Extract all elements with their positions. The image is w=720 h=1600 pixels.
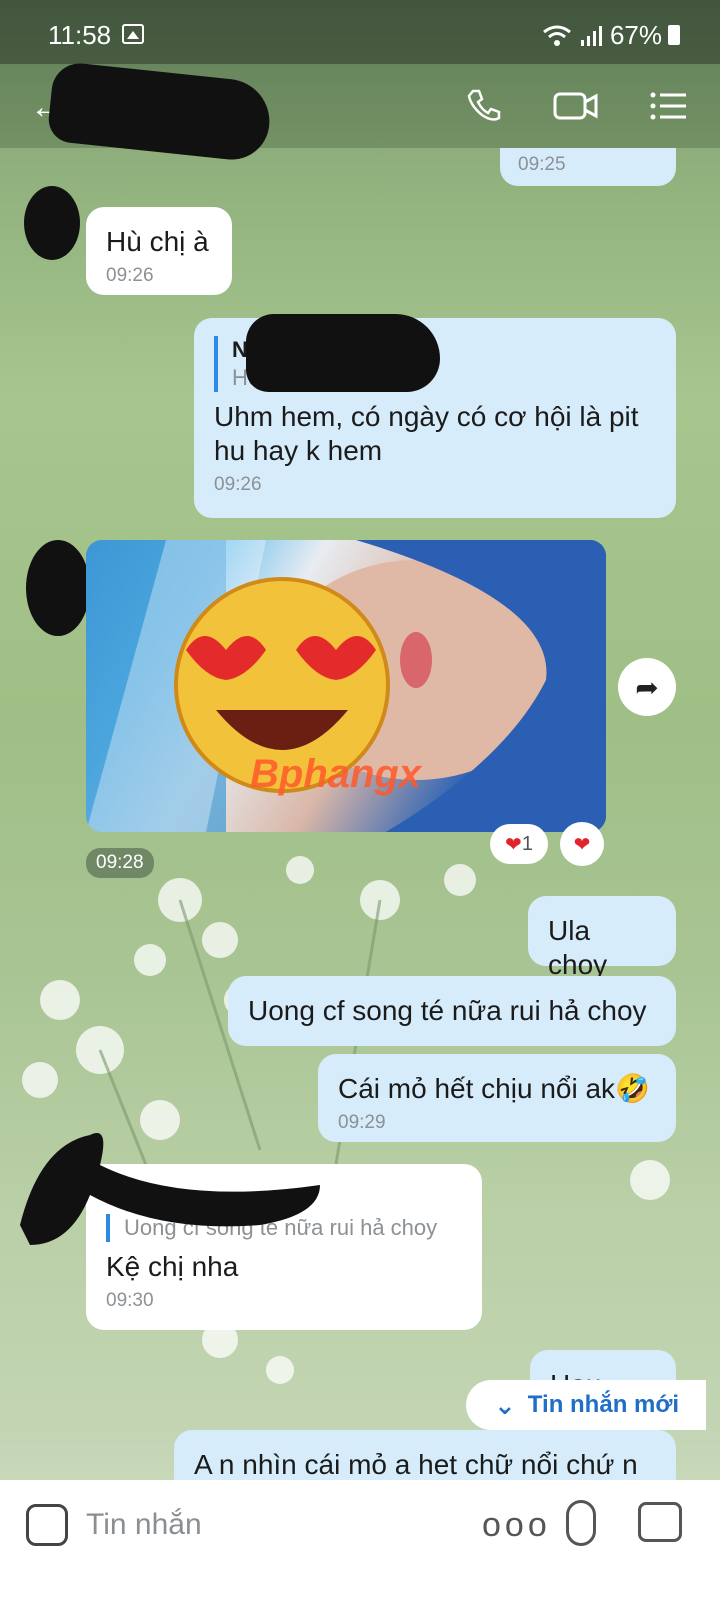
scribble-redaction: [20, 1133, 320, 1245]
new-messages-label: Tin nhắn mới: [527, 1391, 680, 1418]
message-bubble-outgoing[interactable]: Cái mỏ hết chịu nổi ak🤣 09:29: [318, 1054, 676, 1142]
message-text: Hù chị à: [106, 226, 209, 257]
message-text: Cái mỏ hết chịu nổi ak🤣: [338, 1073, 650, 1104]
sticker-emoji-icon[interactable]: [26, 1504, 68, 1546]
signal-icon: [580, 25, 602, 46]
more-options-icon[interactable]: ooo: [482, 1506, 551, 1545]
watermark: Bphangx: [250, 752, 422, 796]
quote-name-redacted: [246, 314, 440, 392]
menu-list-icon[interactable]: [648, 86, 688, 126]
battery-icon: [668, 25, 680, 45]
battery-level: 67%: [609, 20, 662, 50]
forward-icon[interactable]: ➦: [618, 658, 676, 716]
message-bubble-outgoing[interactable]: 09:25: [500, 148, 676, 186]
message-bubble-outgoing[interactable]: Uong cf song té nữa rui hả choy: [228, 976, 676, 1046]
chat-header: ←: [0, 60, 720, 164]
message-time: 09:28: [86, 848, 154, 878]
gallery-icon[interactable]: [638, 1502, 682, 1542]
image-notification-icon: [122, 24, 144, 44]
message-text: Ula choy: [548, 915, 608, 980]
message-time: 09:29: [338, 1112, 386, 1133]
contact-name-redacted: [46, 60, 274, 164]
message-time: 09:26: [214, 474, 262, 495]
wifi-icon: [543, 25, 571, 46]
message-text: Kệ chị nha: [106, 1251, 239, 1282]
message-composer: Tin nhắn ooo: [0, 1480, 720, 1600]
reaction-count: 1: [521, 832, 533, 855]
image-message[interactable]: Bphangx: [86, 540, 606, 832]
microphone-icon[interactable]: [566, 1500, 596, 1546]
message-time: 09:25: [518, 154, 566, 175]
avatar-redacted: [26, 540, 90, 636]
header-actions: [464, 86, 688, 126]
status-time: 11:58: [48, 20, 112, 50]
message-text: Uhm hem, có ngày có cơ hội là pit hu hay…: [214, 401, 639, 466]
chevron-double-down-icon: ⌄: [494, 1389, 516, 1420]
new-messages-button[interactable]: ⌄ Tin nhắn mới: [466, 1380, 706, 1430]
message-bubble-outgoing[interactable]: Ula choy: [528, 896, 676, 980]
reaction-summary[interactable]: ❤ 1: [490, 824, 548, 864]
message-time: 09:26: [106, 265, 154, 286]
video-icon[interactable]: [552, 86, 600, 126]
status-bar: 11:58 67%: [0, 0, 720, 64]
message-bubble-incoming[interactable]: Hù chị à 09:26: [86, 207, 232, 295]
status-right: 67%: [542, 20, 662, 51]
message-text: Uong cf song té nữa rui hả choy: [248, 995, 647, 1026]
phone-icon[interactable]: [464, 86, 504, 126]
heart-reaction-icon: ❤: [505, 833, 522, 856]
message-time: 09:30: [106, 1290, 154, 1311]
avatar-redacted: [24, 186, 80, 260]
message-text: A n nhìn cái mỏ a het chữ nổi chứ n: [194, 1449, 638, 1480]
add-reaction-heart-icon[interactable]: ❤: [560, 822, 604, 866]
message-input[interactable]: Tin nhắn: [86, 1508, 202, 1542]
